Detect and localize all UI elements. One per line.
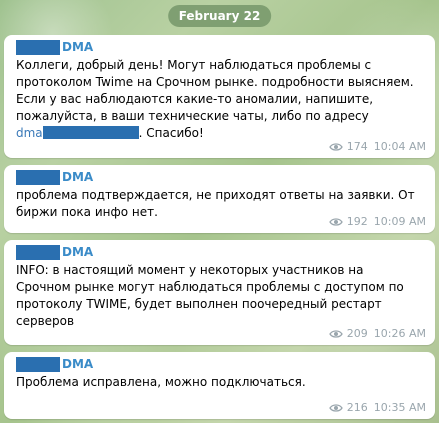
eye-icon xyxy=(329,403,343,412)
message-text: Проблема исправлена, можно подключаться. xyxy=(16,374,425,391)
message-line: протоколу TWIME, будет выполнен поочеред… xyxy=(16,297,382,311)
view-count: 192 xyxy=(346,215,368,228)
sender-header: DMA xyxy=(16,39,425,55)
eye-icon xyxy=(329,329,343,338)
redacted-email xyxy=(42,126,139,139)
message-line: пожалуйста, в ваши технические чаты, либ… xyxy=(16,109,369,123)
message-text: Коллеги, добрый день! Могут наблюдаться … xyxy=(16,57,425,142)
view-count: 209 xyxy=(346,327,368,340)
sender-header: DMA xyxy=(16,356,425,372)
sender-header: DMA xyxy=(16,169,425,185)
message-time: 10:04 AM xyxy=(373,140,426,153)
sender-name[interactable]: DMA xyxy=(62,40,93,54)
sender-name[interactable]: DMA xyxy=(62,245,93,259)
message-bubble[interactable]: DMA Коллеги, добрый день! Могут наблюдат… xyxy=(4,35,435,158)
message-time: 10:09 AM xyxy=(373,215,426,228)
view-count: 174 xyxy=(346,140,368,153)
message-line: протоколом Twime на Срочном рынке. подро… xyxy=(16,75,414,89)
message-meta: 209 10:26 AM xyxy=(329,327,426,340)
view-count: 216 xyxy=(346,401,368,414)
email-link[interactable]: dma xyxy=(16,126,139,140)
message-line: Срочном рынке могут наблюдаться проблемы… xyxy=(16,280,404,294)
sender-name[interactable]: DMA xyxy=(62,357,93,371)
sender-name[interactable]: DMA xyxy=(62,170,93,184)
message-meta: 174 10:04 AM xyxy=(329,140,426,153)
eye-icon xyxy=(329,217,343,226)
message-bubble[interactable]: DMA Проблема исправлена, можно подключат… xyxy=(4,352,435,419)
redacted-sender-prefix xyxy=(16,356,60,372)
message-time: 10:26 AM xyxy=(373,327,426,340)
redacted-sender-prefix xyxy=(16,39,60,55)
redacted-sender-prefix xyxy=(16,169,60,185)
message-text-tail: . Спасибо! xyxy=(138,126,204,140)
message-text: INFO: в настоящий момент у некоторых уча… xyxy=(16,262,425,330)
message-line: Коллеги, добрый день! Могут наблюдаться … xyxy=(16,58,372,72)
date-separator: February 22 xyxy=(167,5,272,27)
sender-header: DMA xyxy=(16,244,425,260)
email-link-prefix[interactable]: dma xyxy=(16,126,43,140)
redacted-sender-prefix xyxy=(16,244,60,260)
message-meta: 216 10:35 AM xyxy=(329,401,426,414)
message-bubble[interactable]: DMA проблема подтверждается, не приходят… xyxy=(4,165,435,233)
eye-icon xyxy=(329,142,343,151)
message-time: 10:35 AM xyxy=(373,401,426,414)
message-line: Проблема исправлена, можно подключаться. xyxy=(16,375,306,389)
message-meta: 192 10:09 AM xyxy=(329,215,426,228)
message-line: проблема подтверждается, не приходят отв… xyxy=(16,188,415,202)
message-line: INFO: в настоящий момент у некоторых уча… xyxy=(16,263,364,277)
message-line: Если у вас наблюдаются какие-то аномалии… xyxy=(16,92,374,106)
message-bubble[interactable]: DMA INFO: в настоящий момент у некоторых… xyxy=(4,240,435,345)
